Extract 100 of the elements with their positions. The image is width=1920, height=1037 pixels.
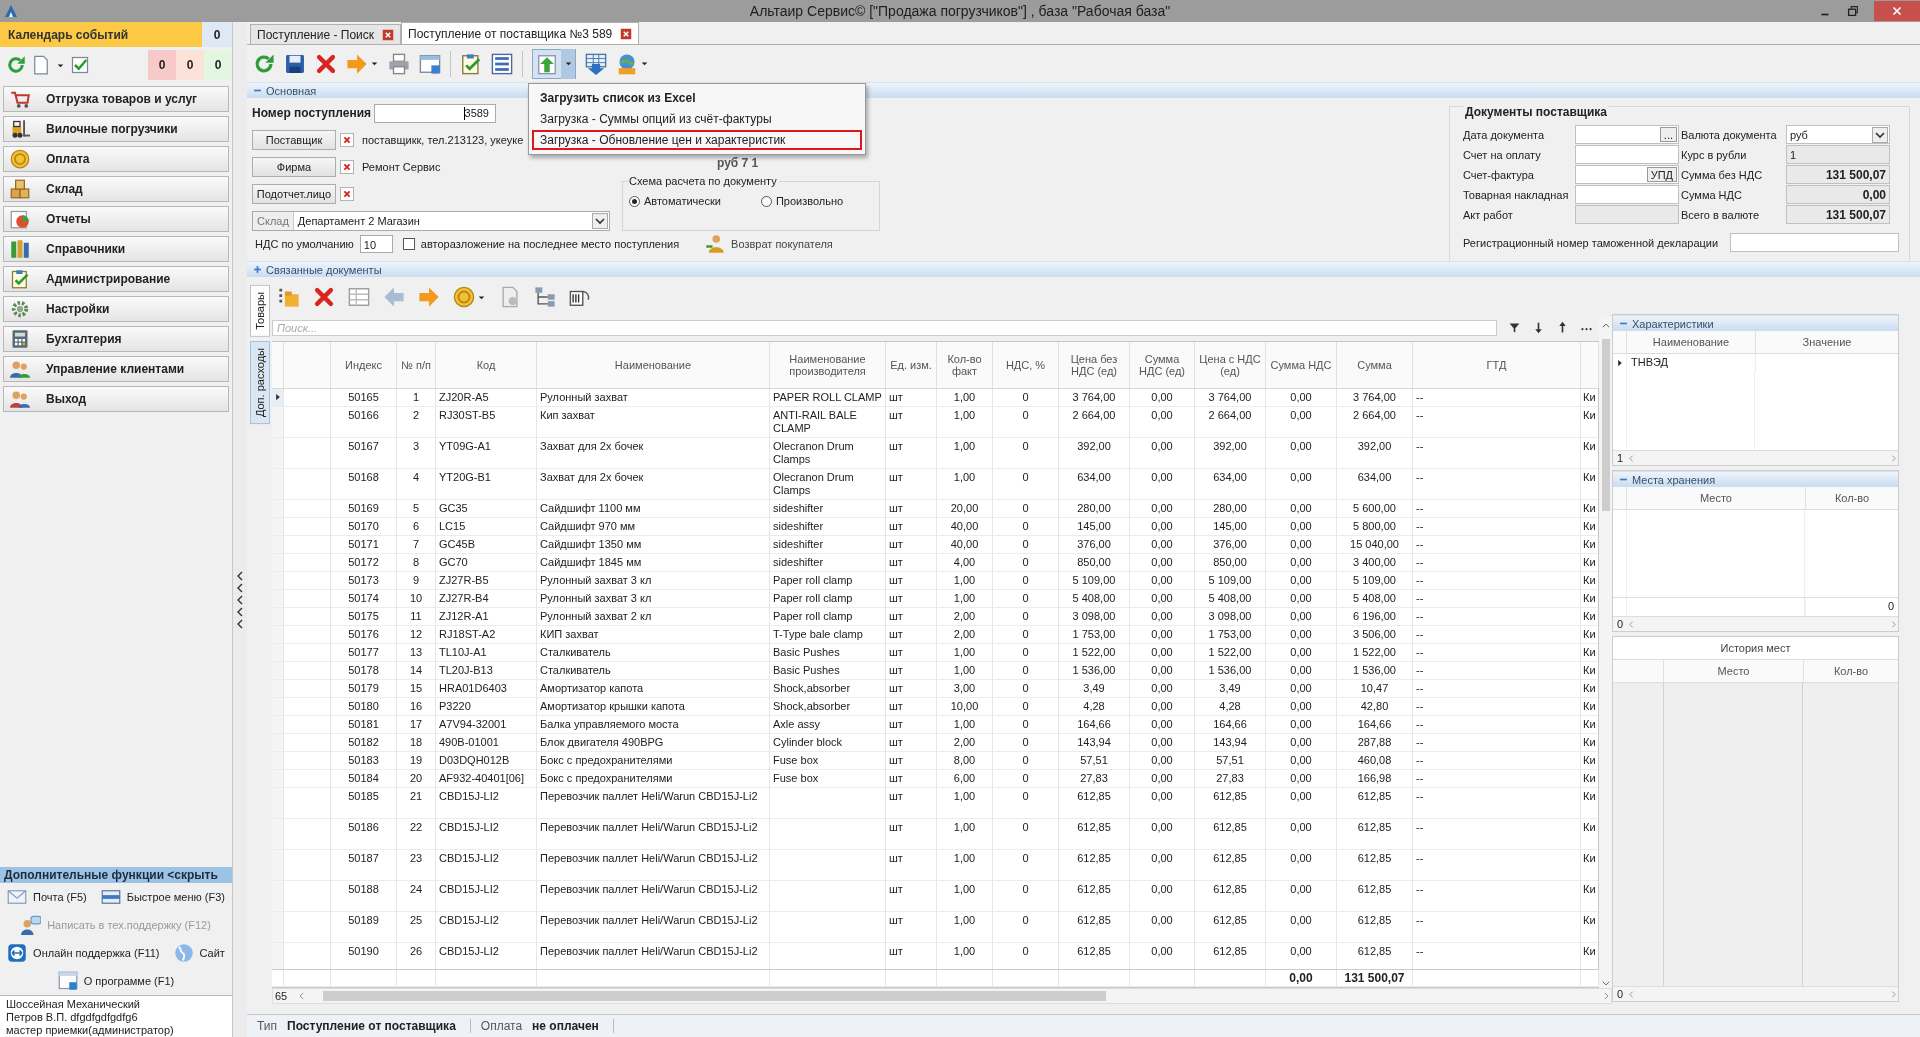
scroll-up-icon[interactable]: [1600, 321, 1611, 331]
column-header[interactable]: Кол-во: [1833, 665, 1869, 677]
table-row[interactable]: 50181 17 A7V94-32001 Балка управляемого моста Axle assy шт 1,00 0 164,66 0,00 164,66 0,00 164,66 -- Ки: [272, 716, 1598, 734]
table-row[interactable]: 50190 26 CBD15J-LI2 Перевозчик паллет Heli/Warun CBD15J-Li2 шт 1,00 0 612,85 0,00 612,85 0,00 612,85 -- Ки: [272, 943, 1598, 969]
text-field[interactable]: ...: [1575, 125, 1679, 144]
customer-return-link[interactable]: Возврат покупателя: [731, 238, 833, 250]
column-header[interactable]: Цена без НДС (ед): [1061, 353, 1127, 377]
currency-combo[interactable]: руб: [1786, 125, 1890, 144]
table-row[interactable]: 50177 13 TL10J-A1 Сталкиватель Basic Pushes шт 1,00 0 1 522,00 0,00 1 522,00 0,00 1 522,00 -- Ки: [272, 644, 1598, 662]
table-row[interactable]: 50185 21 CBD15J-LI2 Перевозчик паллет Heli/Warun CBD15J-Li2 шт 1,00 0 612,85 0,00 612,85 0,00 612,85 -- Ки: [272, 788, 1598, 819]
table-row[interactable]: 50179 15 HRA01D6403 Амортизатор капота Shock,absorber шт 3,00 0 3,49 0,00 3,49 0,00 10,47 -- Ки: [272, 680, 1598, 698]
checkbox[interactable]: [402, 238, 415, 250]
table-row[interactable]: 50186 22 CBD15J-LI2 Перевозчик паллет Heli/Warun CBD15J-Li2 шт 1,00 0 612,85 0,00 612,85 0,00 612,85 -- Ки: [272, 819, 1598, 850]
clear-icon[interactable]: [340, 133, 354, 147]
table-row[interactable]: 50166 2 RJ30ST-B5 Кип захват ANTI-RAIL BALE CLAMP шт 1,00 0 2 664,00 0,00 2 664,00 0,00 2 664,00 -- Ки: [272, 407, 1598, 438]
nav-button[interactable]: Отгрузка товаров и услуг: [3, 86, 229, 112]
tab[interactable]: Поступление от поставщика №3 589: [401, 22, 640, 44]
table-row[interactable]: 50165 1 ZJ20R-A5 Рулонный захват PAPER ROLL CLAMP шт 1,00 0 3 764,00 0,00 3 764,00 0,00 3 764,00 -- Ки: [272, 389, 1598, 407]
scroll-right-icon[interactable]: [1889, 989, 1898, 999]
column-header[interactable]: Индекс: [345, 359, 382, 371]
clipboard-icon[interactable]: [460, 52, 482, 75]
function-link[interactable]: Онлайн поддержка (F11): [33, 947, 160, 959]
column-header[interactable]: Место: [1700, 492, 1732, 504]
number-field[interactable]: 3589: [374, 103, 496, 123]
function-link[interactable]: Почта (F5): [32, 891, 87, 903]
warehouse-combo[interactable]: Склад Департамент 2 Магазин: [252, 211, 610, 231]
scroll-right-icon[interactable]: [1889, 619, 1898, 629]
vat-field[interactable]: 10: [359, 235, 393, 253]
nav-button[interactable]: Настройки: [3, 296, 229, 322]
save-icon[interactable]: [284, 52, 306, 75]
checkbox-label[interactable]: авторазложение на последнее место поступления: [420, 238, 680, 250]
radio-button[interactable]: [760, 195, 772, 207]
close-button[interactable]: [1874, 1, 1920, 21]
scroll-left-icon[interactable]: [297, 991, 307, 1001]
value-field[interactable]: 1: [1786, 145, 1890, 164]
table-row[interactable]: 50189 25 CBD15J-LI2 Перевозчик паллет Heli/Warun CBD15J-Li2 шт 1,00 0 612,85 0,00 612,85 0,00 612,85 -- Ки: [272, 912, 1598, 943]
nav-button[interactable]: Оплата: [3, 146, 229, 172]
scrollbar-thumb[interactable]: [1601, 339, 1610, 511]
table-row[interactable]: 50167 3 YT09G-A1 Захват для 2х бочек Olecranon Drum Clamps шт 1,00 0 392,00 0,00 392,00 0,00 392,00 -- Ки: [272, 438, 1598, 469]
extra-functions-header[interactable]: Дополнительные функции <скрыть: [0, 867, 232, 883]
close-icon[interactable]: [382, 28, 395, 41]
column-header[interactable]: Значение: [1802, 336, 1852, 348]
side-tab[interactable]: Товары: [250, 285, 270, 337]
globe2-icon[interactable]: [173, 943, 194, 963]
tab[interactable]: Поступление - Поиск: [250, 24, 402, 44]
table-row[interactable]: 50175 11 ZJ12R-A1 Рулонный захват 2 кл Paper roll clamp шт 2,00 0 3 098,00 0,00 3 098,00 0,00 6 196,00 -- Ки: [272, 608, 1598, 626]
column-header[interactable]: Наименование: [614, 359, 692, 371]
column-header[interactable]: Ед. изм.: [890, 359, 932, 371]
table-icon[interactable]: [348, 286, 370, 308]
person-icon[interactable]: [705, 234, 726, 254]
info-window-icon[interactable]: [57, 971, 78, 991]
column-header[interactable]: Наименование: [1652, 336, 1730, 348]
text-field[interactable]: [1575, 145, 1679, 164]
column-header[interactable]: Сумма НДС (ед): [1132, 353, 1192, 377]
nav-button[interactable]: Вилочные погрузчики: [3, 116, 229, 142]
import-button[interactable]: [532, 48, 576, 79]
calendar-header[interactable]: Календарь событий 0: [0, 22, 232, 47]
refresh-icon[interactable]: [6, 55, 26, 75]
column-header[interactable]: № п/п: [401, 359, 431, 371]
scrollbar-thumb[interactable]: [323, 991, 1106, 1001]
document-type-button[interactable]: УПД: [1646, 167, 1677, 182]
side-tab[interactable]: Доп. расходы: [250, 340, 270, 424]
panel-header[interactable]: Характеристики: [1613, 315, 1898, 331]
delete-icon[interactable]: [315, 52, 337, 75]
clear-icon[interactable]: [340, 187, 354, 201]
table-row[interactable]: 50187 23 CBD15J-LI2 Перевозчик паллет Heli/Warun CBD15J-Li2 шт 1,00 0 612,85 0,00 612,85 0,00 612,85 -- Ки: [272, 850, 1598, 881]
column-header[interactable]: ГТД: [1486, 359, 1507, 371]
checklist-icon[interactable]: [70, 55, 90, 75]
nav-button[interactable]: Отчеты: [3, 206, 229, 232]
scroll-right-icon[interactable]: [1889, 453, 1898, 463]
radio-button[interactable]: [629, 195, 640, 207]
refresh-icon[interactable]: [253, 52, 275, 75]
nav-button[interactable]: Бухгалтерия: [3, 326, 229, 352]
nav-button[interactable]: Склад: [3, 176, 229, 202]
value-field[interactable]: 131 500,07: [1786, 165, 1890, 184]
menu-item[interactable]: Загрузка - Суммы опций из счёт-фактуры: [532, 109, 862, 129]
party-button[interactable]: Подотчет.лицо: [252, 184, 336, 204]
close-icon[interactable]: [620, 27, 633, 40]
nav-button[interactable]: Администрирование: [3, 266, 229, 292]
tree-icon[interactable]: [534, 286, 556, 308]
column-header[interactable]: Место: [1717, 665, 1750, 677]
ellipsis-button[interactable]: ...: [1659, 127, 1677, 142]
filter-icon[interactable]: [1508, 321, 1521, 334]
menu-grid-icon[interactable]: [100, 887, 121, 907]
tab-label[interactable]: Поступление от поставщика №3 589: [408, 26, 613, 41]
table-row[interactable]: 50171 7 GC45B Сайдшифт 1350 мм sideshifter шт 40,00 0 376,00 0,00 376,00 0,00 15 040,00 -- Ки: [272, 536, 1598, 554]
party-button[interactable]: Фирма: [252, 157, 336, 177]
function-link[interactable]: О программе (F1): [83, 975, 175, 987]
table-row[interactable]: 50183 19 D03DQH012B Бокс с предохранителями Fuse box шт 8,00 0 57,51 0,00 57,51 0,00 460,08 -- Ки: [272, 752, 1598, 770]
table-row[interactable]: 50182 18 490B-01001 Блок двигателя 490BPG Cylinder block шт 2,00 0 143,94 0,00 143,94 0,00 287,88 -- Ки: [272, 734, 1598, 752]
scroll-down-icon[interactable]: [1600, 978, 1611, 988]
scroll-right-icon[interactable]: [1601, 991, 1611, 1001]
window-icon[interactable]: [419, 52, 441, 75]
table-row[interactable]: 50170 6 LC15 Сайдшифт 970 мм sideshifter шт 40,00 0 145,00 0,00 145,00 0,00 5 800,00 -- Ки: [272, 518, 1598, 536]
delete-icon[interactable]: [313, 286, 335, 308]
column-header[interactable]: Сумма: [1357, 359, 1392, 371]
panel-header[interactable]: Места хранения: [1613, 471, 1898, 487]
table-download-icon[interactable]: [585, 52, 607, 75]
column-header[interactable]: Цена с НДС (ед): [1197, 353, 1263, 377]
document-icon[interactable]: [499, 286, 521, 308]
